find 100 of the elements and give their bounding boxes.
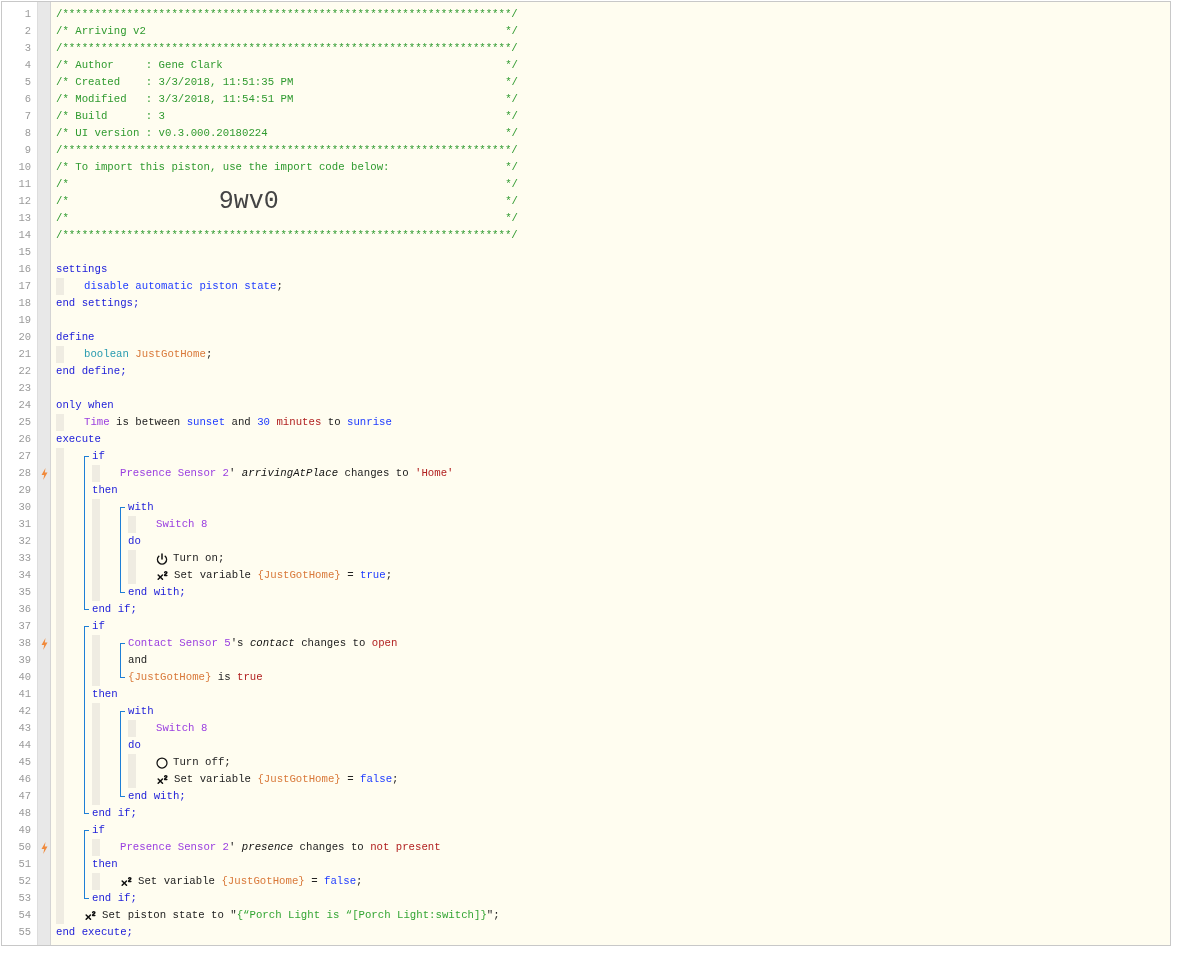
comment-end: */ — [505, 194, 518, 209]
line-number: 25 — [17, 415, 32, 430]
code-text: then — [92, 483, 118, 498]
line-number: 30 — [17, 500, 32, 515]
line-number: 20 — [17, 330, 32, 345]
code-text: Presence Sensor 2' arrivingAtPlace changes to 'Home' — [120, 466, 454, 481]
code-text: Switch 8 — [156, 517, 208, 532]
comment-end: */ — [505, 177, 518, 192]
line-number: 49 — [17, 823, 32, 838]
comment-end: */ — [505, 58, 518, 73]
line-number: 32 — [17, 534, 32, 549]
code-text: settings — [56, 262, 108, 277]
code-text: /* Build : 3 — [56, 109, 166, 124]
code-text: end settings; — [56, 296, 140, 311]
line-number: 41 — [17, 687, 32, 702]
line-number: 39 — [17, 653, 32, 668]
power-icon — [156, 552, 168, 565]
line-number: 51 — [17, 857, 32, 872]
code-text: /* Created : 3/3/2018, 11:51:35 PM — [56, 75, 294, 90]
code-text: define — [56, 330, 95, 345]
code-text: disable automatic piston state; — [84, 279, 283, 294]
comment-end: */ — [505, 160, 518, 175]
line-number: 5 — [23, 75, 32, 90]
line-number: 11 — [17, 177, 32, 192]
comment-end: */ — [505, 211, 518, 226]
code-text: Presence Sensor 2' presence changes to not present — [120, 840, 441, 855]
code-text: Set variable {JustGotHome} = false; — [174, 772, 399, 787]
line-number: 15 — [17, 245, 32, 260]
line-number: 10 — [17, 160, 32, 175]
line-number: 48 — [17, 806, 32, 821]
code-text: do — [128, 534, 141, 549]
code-text: Time is between sunset and 30 minutes to sunrise — [84, 415, 392, 430]
line-number: 7 — [23, 109, 32, 124]
lightning-icon — [40, 841, 48, 854]
line-number: 44 — [17, 738, 32, 753]
line-number: 9 — [23, 143, 32, 158]
code-text: /**********************************************************************/ — [56, 7, 518, 22]
code-text: execute — [56, 432, 101, 447]
line-number: 47 — [17, 789, 32, 804]
line-number: 45 — [17, 755, 32, 770]
superscript-icon — [156, 569, 169, 582]
line-number: 24 — [17, 398, 32, 413]
code-text: Switch 8 — [156, 721, 208, 736]
line-number: 43 — [17, 721, 32, 736]
line-number: 19 — [17, 313, 32, 328]
code-text: /* Author : Gene Clark — [56, 58, 223, 73]
code-text: /**********************************************************************/ — [56, 228, 518, 243]
line-number: 28 — [17, 466, 32, 481]
line-number: 23 — [17, 381, 32, 396]
line-number: 52 — [17, 874, 32, 889]
code-text: Contact Sensor 5's contact changes to open — [128, 636, 398, 651]
code-text: /* To import this piston, use the import code below: — [56, 160, 390, 175]
code-text: /* — [56, 211, 69, 226]
code-text: /* — [56, 177, 69, 192]
line-number: 4 — [23, 58, 32, 73]
code-text: /* UI version : v0.3.000.20180224 — [56, 126, 268, 141]
line-number: 6 — [23, 92, 32, 107]
superscript-icon — [84, 909, 97, 922]
line-number: 36 — [17, 602, 32, 617]
superscript-icon — [156, 773, 169, 786]
superscript-icon — [120, 875, 133, 888]
code-text: end if; — [92, 602, 137, 617]
comment-end: */ — [505, 75, 518, 90]
comment-end: */ — [505, 92, 518, 107]
line-number: 46 — [17, 772, 32, 787]
code-text: end with; — [128, 585, 186, 600]
code-text: Set variable {JustGotHome} = false; — [138, 874, 363, 889]
line-number: 50 — [17, 840, 32, 855]
comment-end: */ — [505, 109, 518, 124]
code-text: with — [128, 704, 154, 719]
block-bracket — [120, 643, 125, 678]
code-text: Set piston state to "{“Porch Light is “[Porch Light:switch]}"; — [102, 908, 500, 923]
code-text: with — [128, 500, 154, 515]
line-number: 1 — [23, 7, 32, 22]
code-text: end with; — [128, 789, 186, 804]
lightning-icon — [40, 467, 48, 480]
line-number: 22 — [17, 364, 32, 379]
line-number: 2 — [23, 24, 32, 39]
code-text: end define; — [56, 364, 127, 379]
line-number: 17 — [17, 279, 32, 294]
line-number: 8 — [23, 126, 32, 141]
line-number: 27 — [17, 449, 32, 464]
line-number: 33 — [17, 551, 32, 566]
line-number: 12 — [17, 194, 32, 209]
line-number: 14 — [17, 228, 32, 243]
line-number: 13 — [17, 211, 32, 226]
code-text: then — [92, 857, 118, 872]
comment-end: */ — [505, 126, 518, 141]
code-text: do — [128, 738, 141, 753]
code-text: end if; — [92, 891, 137, 906]
line-number: 42 — [17, 704, 32, 719]
code-text: /* Modified : 3/3/2018, 11:54:51 PM — [56, 92, 294, 107]
code-text: boolean JustGotHome; — [84, 347, 213, 362]
circle-icon — [156, 756, 168, 769]
code-text: Turn on; — [173, 551, 225, 566]
code-text: /* Arriving v2 — [56, 24, 146, 39]
code-text: /* — [56, 194, 69, 209]
line-number: 54 — [17, 908, 32, 923]
code-text: /**********************************************************************/ — [56, 143, 518, 158]
line-number: 37 — [17, 619, 32, 634]
